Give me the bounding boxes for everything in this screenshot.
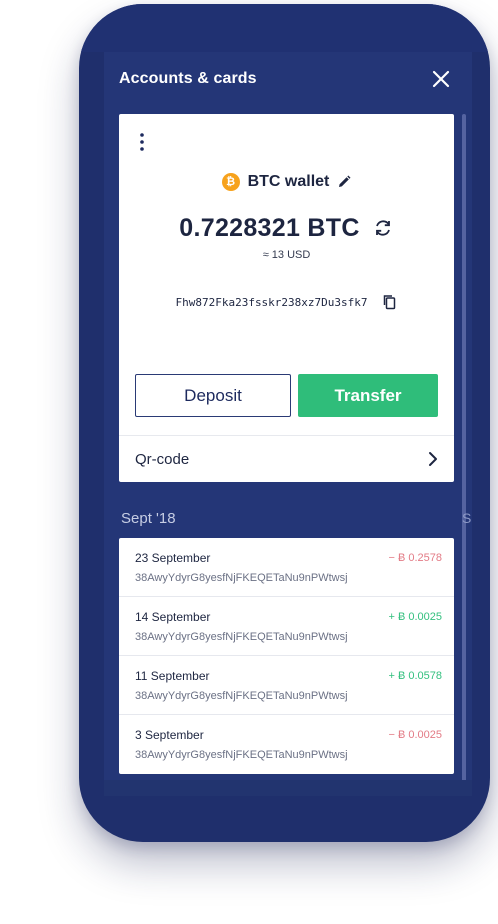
transaction-row[interactable]: 3 September 38AwyYdyrG8yesfNjFKEQETaNu9n… — [119, 715, 454, 774]
fiat-equivalent: ≈ 13 USD — [262, 249, 311, 261]
transfer-button[interactable]: Transfer — [298, 374, 438, 417]
transaction-row[interactable]: 11 September 38AwyYdyrG8yesfNjFKEQETaNu9… — [119, 656, 454, 715]
refresh-icon[interactable] — [372, 217, 394, 239]
transaction-hash: 38AwyYdyrG8yesfNjFKEQETaNu9nPWtwsj — [135, 572, 348, 584]
kebab-menu-icon[interactable] — [137, 132, 147, 152]
transaction-amount: + Ƀ 0.0025 — [388, 611, 442, 623]
phone-frame: Accounts & cards ₿ BTC wallet 0.7228321 … — [79, 4, 490, 842]
wallet-balance: 0.7228321 BTC — [179, 213, 360, 242]
btc-coin-icon: ₿ — [221, 173, 240, 191]
wallet-card: ₿ BTC wallet 0.7228321 BTC ≈ 13 USD Fhw8… — [119, 114, 454, 482]
history-section-title: Sept '18 — [121, 510, 176, 527]
next-section-peek: S — [462, 510, 472, 526]
address-row: Fhw872Fka23fsskr238xz7Du3sfk7 — [119, 292, 454, 312]
chevron-right-icon — [429, 452, 437, 466]
transaction-hash: 38AwyYdyrG8yesfNjFKEQETaNu9nPWtwsj — [135, 749, 348, 761]
edit-icon[interactable] — [337, 175, 351, 189]
close-icon[interactable] — [430, 68, 452, 90]
wallet-name-row: ₿ BTC wallet — [119, 170, 454, 194]
wallet-name: BTC wallet — [247, 173, 330, 190]
deposit-button[interactable]: Deposit — [135, 374, 291, 417]
copy-icon[interactable] — [382, 294, 398, 310]
next-card-edge — [462, 114, 466, 794]
transaction-amount: − Ƀ 0.2578 — [388, 552, 442, 564]
transaction-row[interactable]: 23 September 38AwyYdyrG8yesfNjFKEQETaNu9… — [119, 538, 454, 597]
qr-code-row[interactable]: Qr-code — [119, 436, 454, 482]
bottom-strip — [104, 780, 472, 796]
transaction-list: 23 September 38AwyYdyrG8yesfNjFKEQETaNu9… — [119, 538, 454, 774]
transaction-date: 23 September — [135, 551, 211, 565]
transaction-date: 14 September — [135, 610, 211, 624]
transaction-amount: − Ƀ 0.0025 — [388, 729, 442, 741]
transaction-amount: + Ƀ 0.0578 — [388, 670, 442, 682]
transaction-date: 11 September — [135, 669, 210, 683]
wallet-address: Fhw872Fka23fsskr238xz7Du3sfk7 — [175, 295, 368, 309]
balance-row: 0.7228321 BTC — [119, 210, 454, 246]
phone-top-bar — [79, 4, 490, 52]
transaction-hash: 38AwyYdyrG8yesfNjFKEQETaNu9nPWtwsj — [135, 631, 348, 643]
transaction-hash: 38AwyYdyrG8yesfNjFKEQETaNu9nPWtwsj — [135, 690, 348, 702]
transaction-row[interactable]: 14 September 38AwyYdyrG8yesfNjFKEQETaNu9… — [119, 597, 454, 656]
page-title: Accounts & cards — [119, 70, 257, 87]
app-screen: Accounts & cards ₿ BTC wallet 0.7228321 … — [104, 52, 472, 796]
transaction-date: 3 September — [135, 728, 204, 742]
qr-code-label: Qr-code — [135, 450, 190, 468]
